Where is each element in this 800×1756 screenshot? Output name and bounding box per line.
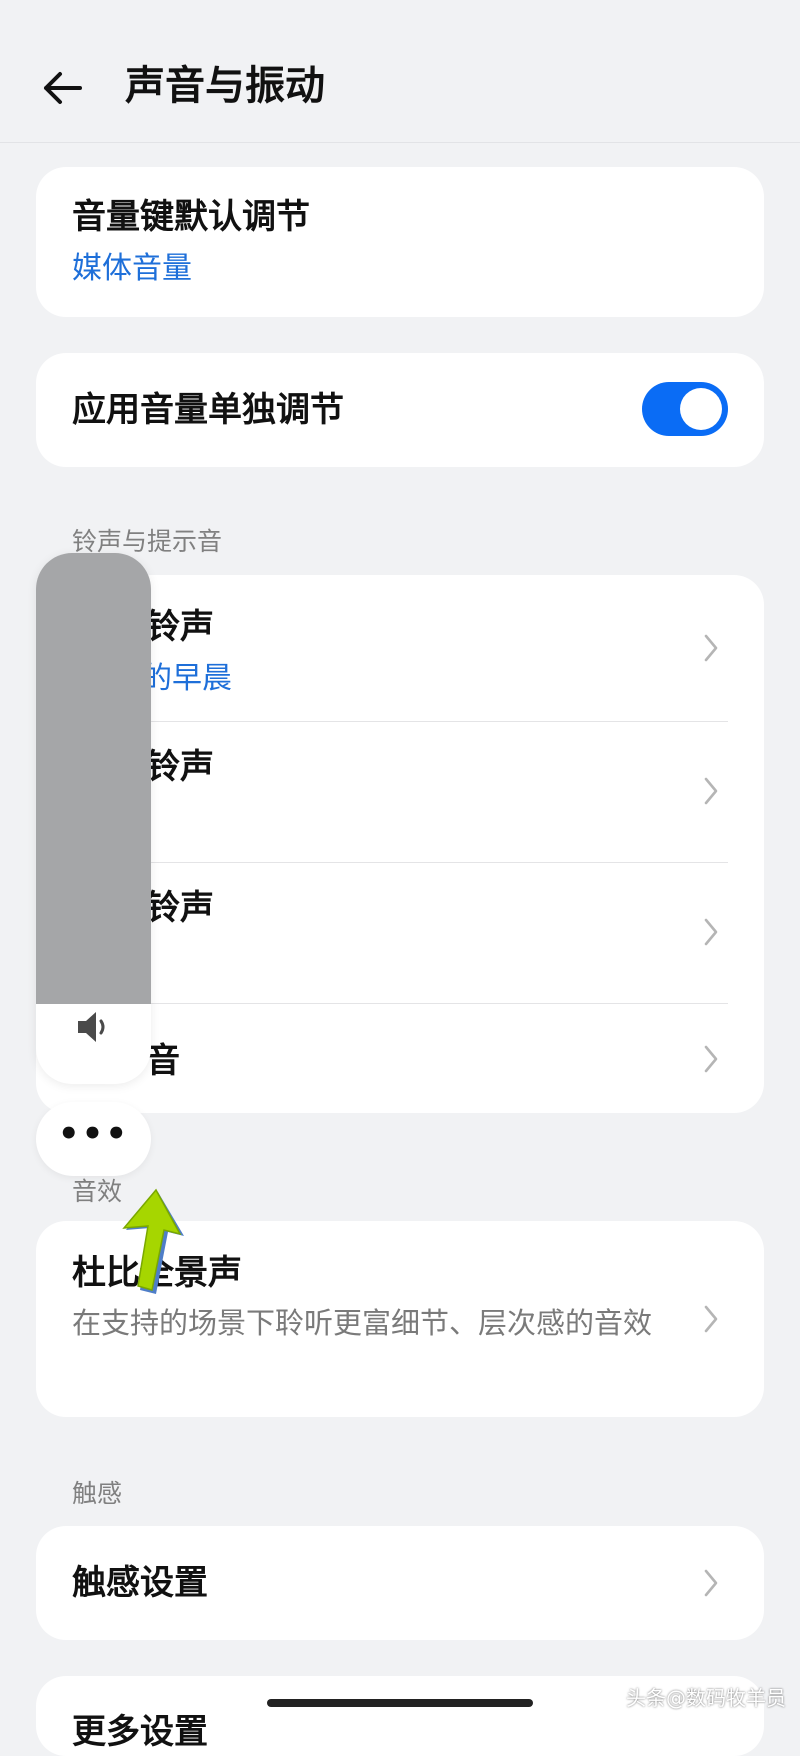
volume-key-label: 音量键默认调节 — [72, 197, 310, 237]
haptics-settings-label: 触感设置 — [72, 1563, 208, 1603]
volume-slider[interactable] — [36, 553, 151, 1084]
chevron-right-icon — [704, 918, 718, 946]
more-dots-icon: ••• — [57, 1114, 130, 1154]
dolby-description: 在支持的场景下聆听更富细节、层次感的音效 — [72, 1306, 653, 1340]
app-volume-label: 应用音量单独调节 — [72, 390, 344, 430]
back-arrow-icon[interactable] — [40, 66, 84, 110]
app-volume-toggle[interactable] — [642, 382, 728, 436]
ringtone-row-1-label: 铃声 — [146, 607, 214, 647]
page-title: 声音与振动 — [125, 63, 325, 109]
chevron-right-icon — [704, 634, 718, 662]
haptics-section-label: 触感 — [72, 1479, 123, 1508]
speaker-icon[interactable] — [74, 1007, 114, 1047]
app-header: 声音与振动 — [0, 0, 800, 143]
sound-effects-section-label: 音效 — [72, 1177, 123, 1206]
chevron-right-icon — [704, 1569, 718, 1597]
volume-key-value: 媒体音量 — [72, 251, 192, 286]
chevron-right-icon — [704, 1045, 718, 1073]
volume-level-fill — [36, 553, 151, 1004]
watermark: 头条@数码牧羊员 — [626, 1686, 786, 1710]
chevron-right-icon — [704, 777, 718, 805]
ringtone-row-1-value: 的早晨 — [142, 661, 232, 696]
ringtone-row-3-label: 铃声 — [146, 888, 214, 928]
home-indicator[interactable] — [267, 1699, 533, 1707]
haptics-card[interactable]: 触感设置 — [36, 1526, 764, 1640]
volume-key-card[interactable]: 音量键默认调节 媒体音量 — [36, 167, 764, 317]
toggle-knob — [680, 388, 722, 430]
ringtone-row-4-label: 音 — [146, 1041, 180, 1081]
volume-more-button[interactable]: ••• — [36, 1102, 151, 1176]
chevron-right-icon — [704, 1305, 718, 1333]
more-settings-label: 更多设置 — [72, 1712, 208, 1752]
ringtone-row-2-label: 铃声 — [146, 747, 214, 787]
app-volume-card: 应用音量单独调节 — [36, 353, 764, 467]
up-arrow-icon — [118, 1186, 198, 1298]
